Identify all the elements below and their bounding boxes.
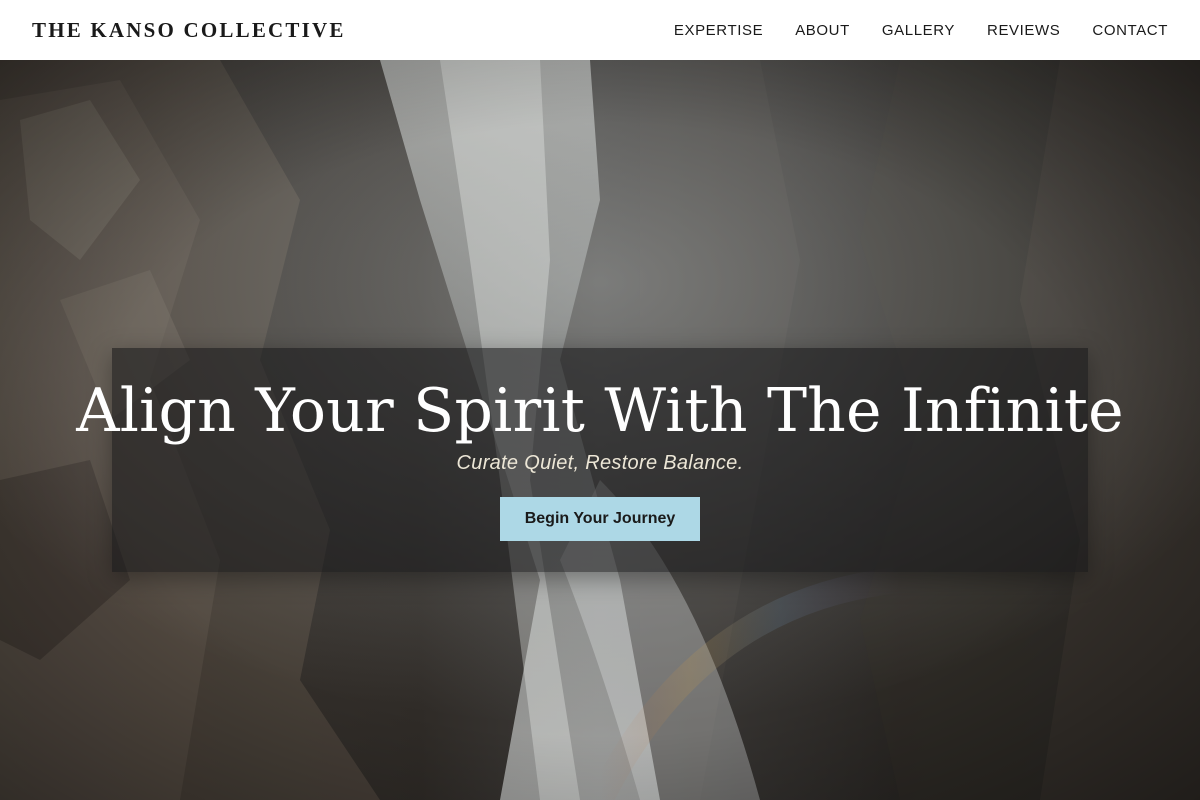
site-header: THE KANSO COLLECTIVE EXPERTISE ABOUT GAL… — [0, 0, 1200, 60]
begin-journey-button[interactable]: Begin Your Journey — [500, 497, 700, 541]
nav-link-contact[interactable]: CONTACT — [1092, 22, 1168, 39]
hero-text-panel: Align Your Spirit With The Infinite Cura… — [76, 348, 1124, 572]
hero-subtitle: Curate Quiet, Restore Balance. — [456, 452, 744, 474]
nav-link-expertise[interactable]: EXPERTISE — [674, 22, 763, 39]
nav-link-reviews[interactable]: REVIEWS — [987, 22, 1060, 39]
nav-link-about[interactable]: ABOUT — [795, 22, 850, 39]
main-nav: EXPERTISE ABOUT GALLERY REVIEWS CONTACT — [674, 22, 1168, 39]
brand-logo[interactable]: THE KANSO COLLECTIVE — [32, 18, 346, 43]
hero-title: Align Your Spirit With The Infinite — [76, 376, 1124, 446]
nav-link-gallery[interactable]: GALLERY — [882, 22, 955, 39]
hero-section: Align Your Spirit With The Infinite Cura… — [0, 60, 1200, 800]
